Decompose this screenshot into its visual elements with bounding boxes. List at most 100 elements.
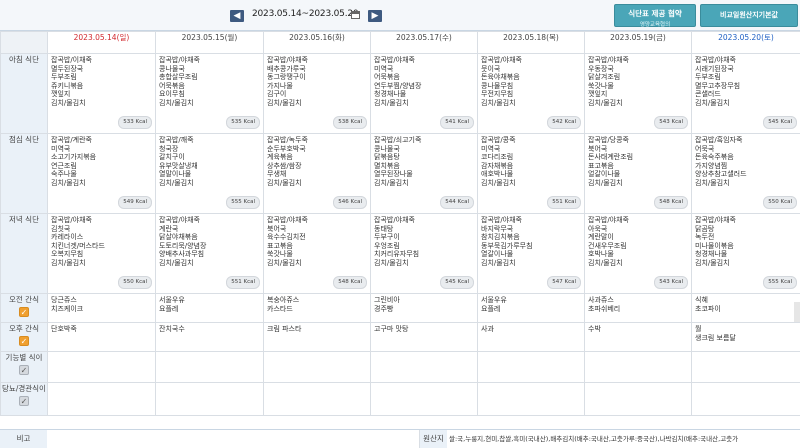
diabetic-diet-row: 당뇨/경관식이 ✓ <box>0 382 800 416</box>
menu-item: 표고볶음 <box>588 161 614 170</box>
pm_snack-cell-mon[interactable]: 잔치국수 <box>155 322 264 352</box>
dinner-cell-wed[interactable]: 잡곡밥/야채죽 동태탕 두부구이 우엉조림 치커리유자무침 김치/물김치 545 Kcal <box>370 213 478 294</box>
special-diet-cell-sat[interactable] <box>691 351 800 383</box>
lunch-cell-mon[interactable]: 잡곡밥/깨죽 청국장 갈치구이 유부맛살냉채 열말이나물 김치/물김치 555 Kcal <box>155 133 264 214</box>
menu-item: 잡곡밥/야채죽 <box>159 56 200 64</box>
special-diet-label-cell: 기능별 식이 ✓ <box>0 351 48 383</box>
pm_snack-cell-sat[interactable]: 월 생크림 보름달 <box>691 322 800 352</box>
menu-item: 소고기가지볶음 <box>51 153 97 162</box>
calendar-icon[interactable] <box>351 11 360 19</box>
pm-snack-row: 오후 간식 ✓ 단호박죽 잔치국수 크림 파스타 고구마 맛탕 사과 수박 월 생크림 보름달 <box>0 322 800 352</box>
special-diet-checkbox[interactable]: ✓ <box>19 365 29 375</box>
pm_snack-cell-thu[interactable]: 사과 <box>477 322 585 352</box>
diabetic-diet-checkbox[interactable]: ✓ <box>19 396 29 406</box>
kcal-badge: 550 Kcal <box>118 276 152 289</box>
lunch-cell-tue[interactable]: 잡곡밥/녹두죽 순두부호박국 계육볶음 상추쌈/쌈장 무생채 김치/물김치 546 Kcal <box>263 133 371 214</box>
diabetic-diet-cell-thu[interactable] <box>477 382 585 416</box>
dinner-cell-tue[interactable]: 잡곡밥/야채죽 북어국 육수수김치전 표고볶음 쑥갓나물 김치/물김치 548 Kcal <box>263 213 371 294</box>
dinner-cell-thu[interactable]: 잡곡밥/야채죽 바지락무국 참치김치볶음 동부묵김가루무침 열갈이나물 김치/물김치 547… <box>477 213 585 294</box>
lunch-cell-sun[interactable]: 잡곡밥/계란죽 미역국 소고기가지볶음 연근조림 숙주나물 김치/물김치 549 Kcal <box>47 133 156 214</box>
special-diet-cell-sun[interactable] <box>47 351 156 383</box>
diabetic-diet-cell-fri[interactable] <box>584 382 692 416</box>
breakfast-cell-wed[interactable]: 잡곡밥/야채죽 미역국 어묵볶음 연두부찜/양념장 청경채나물 김치/물김치 541 Kca… <box>370 53 478 134</box>
dinner-cell-mon[interactable]: 잡곡밥/야채죽 계란국 닭살야채볶음 도토리묵/양념장 양배추사과무침 김치/물김치 551… <box>155 213 264 294</box>
compare-origin-button[interactable]: 비교일원산지기본값 <box>700 4 798 27</box>
am_snack-cell-tue[interactable]: 복숭아쥬스 카스타드 <box>263 293 371 323</box>
menu-item: 우동장국 <box>588 64 614 73</box>
pm_snack-cell-wed[interactable]: 고구마 맛탕 <box>370 322 478 352</box>
dinner-cell-fri[interactable]: 잡곡밥/야채죽 아욱국 계란말이 건새우무조림 호박나물 김치/물김치 543 Kcal <box>584 213 692 294</box>
diabetic-diet-cell-sun[interactable] <box>47 382 156 416</box>
kcal-badge: 551 Kcal <box>547 196 581 209</box>
pm-snack-checkbox[interactable]: ✓ <box>19 336 29 346</box>
am_snack-cell-thu[interactable]: 서울우유 요플레 <box>477 293 585 323</box>
breakfast-row: 아침 식단 잡곡밥/이채죽 멸두된장국 두부조림 쥬키니볶음 깻잎지 김치/물김치 533 … <box>0 53 800 134</box>
menu-item: 표고볶음 <box>267 241 293 250</box>
special-diet-cell-wed[interactable] <box>370 351 478 383</box>
special-diet-cell-thu[interactable] <box>477 351 585 383</box>
am_snack-cell-sun[interactable]: 당근쥬스 치즈케이크 <box>47 293 156 323</box>
menu-item: 무생채 <box>267 170 287 179</box>
snack-item: 요플레 <box>159 305 179 313</box>
diabetic-diet-cell-sat[interactable] <box>691 382 800 416</box>
am_snack-cell-mon[interactable]: 서울우유 요플레 <box>155 293 264 323</box>
lunch-cell-fri[interactable]: 잡곡밥/당콩죽 북어국 돈사태계란조림 표고볶음 얼갈이나물 김치/물김치 548 Kcal <box>584 133 692 214</box>
lunch-cell-thu[interactable]: 잡곡밥/콩죽 미역국 코다리조림 감자채볶음 애호박나물 김치/물김치 551 Kcal <box>477 133 585 214</box>
kcal-badge: 545 Kcal <box>763 116 797 129</box>
menu-item: 김치/물김치 <box>267 98 302 107</box>
menu-item: 쑥갓나물 <box>588 81 614 90</box>
menu-item: 김치/물김치 <box>588 178 623 187</box>
breakfast-cell-thu[interactable]: 잡곡밥/야채죽 뭇이국 돈육야채볶음 콩나물무침 무전지무침 김치/물김치 542 Kcal <box>477 53 585 134</box>
menu-item: 가지양념찜 <box>695 161 728 170</box>
am-snack-checkbox[interactable]: ✓ <box>19 307 29 317</box>
pm_snack-cell-sun[interactable]: 단호박죽 <box>47 322 156 352</box>
special-diet-cell-tue[interactable] <box>263 351 371 383</box>
menu-agreement-button[interactable]: 식단표 제공 협약 영양교육협의 <box>614 4 696 28</box>
menu-item: 치킨너겟/머스타드 <box>51 241 105 250</box>
pm_snack-cell-fri[interactable]: 수박 <box>584 322 692 352</box>
menu-item: 어묵국 <box>695 144 715 153</box>
dinner-cell-sun[interactable]: 잡곡밥/야채죽 김칫국 카레라이스 치킨너겟/머스타드 오복지무침 김치/물김치 550 K… <box>47 213 156 294</box>
kcal-badge: 547 Kcal <box>547 276 581 289</box>
am_snack-cell-fri[interactable]: 사과쥬스 초파쉬베리 <box>584 293 692 323</box>
diabetic-diet-label: 당뇨/경관식이 <box>2 384 46 393</box>
menu-item: 김치/물김치 <box>695 258 730 267</box>
next-week-button[interactable]: ▶ <box>368 10 382 22</box>
menu-item: 총합살무조림 <box>159 73 198 82</box>
kcal-badge: 543 Kcal <box>654 276 688 289</box>
menu-item: 육수수김치전 <box>267 233 306 242</box>
lunch-cell-wed[interactable]: 잡곡밥/쇠고기죽 콩나물국 닭볶음탕 멸치볶음 열무된장나물 김치/물김치 544 Kcal <box>370 133 478 214</box>
special-diet-cell-fri[interactable] <box>584 351 692 383</box>
am_snack-cell-sat[interactable]: 식혜 초코파이 <box>691 293 800 323</box>
snack-scrollbar[interactable] <box>794 302 800 322</box>
breakfast-cell-fri[interactable]: 잡곡밥/야채죽 우동장국 닭살겨조림 쑥갓나물 깻잎지 김치/물김치 543 Kcal <box>584 53 692 134</box>
am-snack-label-cell: 오전 간식 ✓ <box>0 293 48 323</box>
menu-item: 김치/물김치 <box>267 258 302 267</box>
menu-item: 김치/물김치 <box>481 258 516 267</box>
prev-week-button[interactable]: ◀ <box>230 10 244 22</box>
am_snack-cell-wed[interactable]: 그린비아 경주빵 <box>370 293 478 323</box>
dinner-cell-sat[interactable]: 잡곡밥/야채죽 닭곰탕 녹두전 미나물이볶음 청경채나물 김치/물김치 555 Kcal <box>691 213 800 294</box>
menu-item: 콩나물국 <box>159 64 185 73</box>
diabetic-diet-cell-mon[interactable] <box>155 382 264 416</box>
menu-item: 김치/물김치 <box>695 178 730 187</box>
breakfast-cell-sun[interactable]: 잡곡밥/이채죽 멸두된장국 두부조림 쥬키니볶음 깻잎지 김치/물김치 533 Kcal <box>47 53 156 134</box>
breakfast-cell-sat[interactable]: 잡곡밥/야채죽 시래기된장국 두부조림 멸무고추장무침 콘샐러드 김치/물김치 545 Kc… <box>691 53 800 134</box>
note-field[interactable] <box>47 430 420 448</box>
week-navigation-bar: ◀ 2023.05.14~2023.05.20 ▶ 식단표 제공 협약 영양교육… <box>0 0 800 31</box>
menu-item: 유부맛살냉채 <box>159 161 198 170</box>
am-snack-label: 오전 간식 <box>9 295 39 304</box>
menu-item: 시래기된장국 <box>695 64 734 73</box>
diabetic-diet-cell-wed[interactable] <box>370 382 478 416</box>
pm_snack-cell-tue[interactable]: 크림 파스타 <box>263 322 371 352</box>
kcal-badge: 538 Kcal <box>333 116 367 129</box>
breakfast-cell-mon[interactable]: 잡곡밥/야채죽 콩나물국 총합살무조림 어묵볶음 요이무침 김치/물김치 535 Kcal <box>155 53 264 134</box>
lunch-cell-sat[interactable]: 잡곡밥/흑임자죽 어묵국 돈육숙주볶음 가지양념찜 양상추참고샐러드 김치/물김치 550 … <box>691 133 800 214</box>
diabetic-diet-cell-tue[interactable] <box>263 382 371 416</box>
snack-item: 복숭아쥬스 <box>267 296 300 304</box>
special-diet-cell-mon[interactable] <box>155 351 264 383</box>
snack-item: 수박 <box>588 325 601 333</box>
breakfast-cell-tue[interactable]: 잡곡밥/야채죽 배추콩가루국 동그랑땡구이 가지나물 김구이 김치/물김치 538 Kcal <box>263 53 371 134</box>
kcal-badge: 555 Kcal <box>763 276 797 289</box>
menu-item: 열말이나물 <box>159 170 192 179</box>
